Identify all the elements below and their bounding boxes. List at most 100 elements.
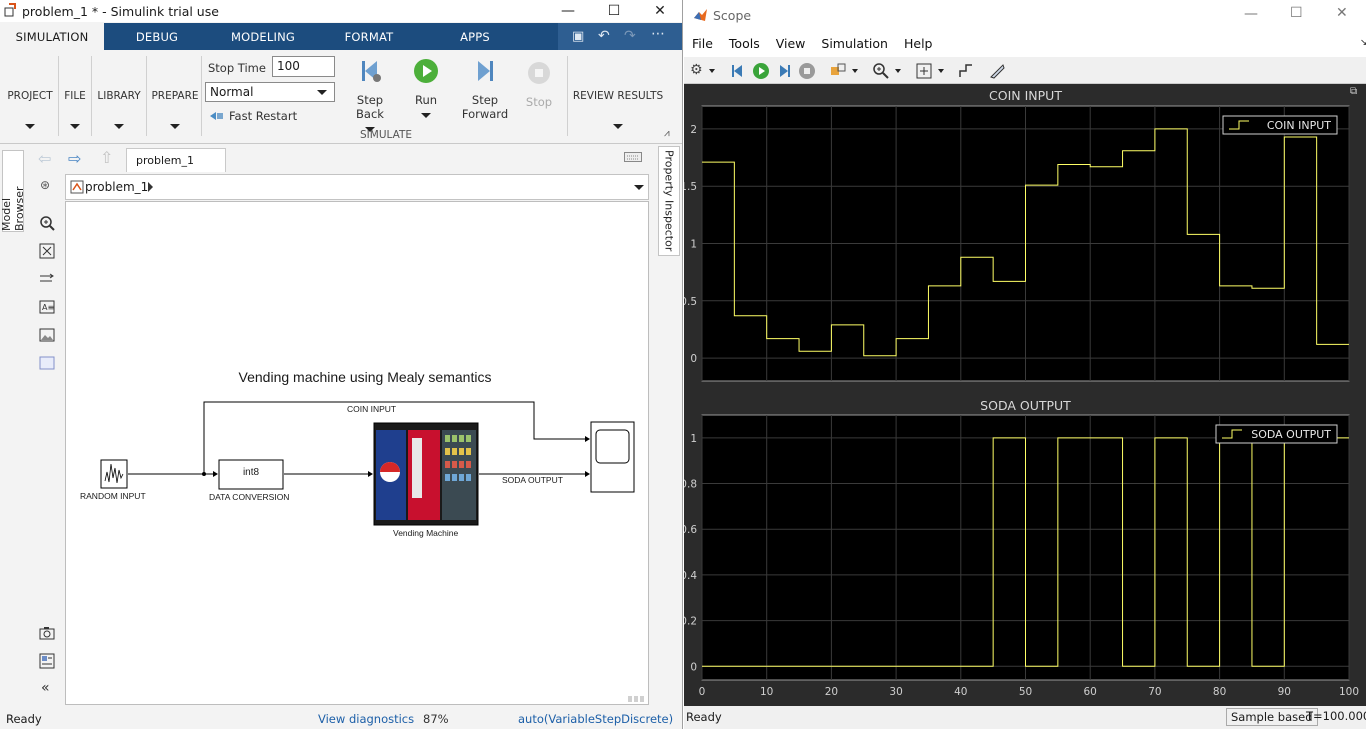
annotation-icon[interactable]: A≡: [39, 299, 55, 318]
vending-machine-block[interactable]: [373, 422, 479, 526]
fit-to-view-icon[interactable]: [39, 243, 55, 262]
camera-icon[interactable]: [39, 625, 55, 644]
stop-time-input[interactable]: 100: [272, 56, 335, 77]
zoom-in-icon[interactable]: [873, 63, 889, 82]
collapse-toolbar-icon[interactable]: «: [41, 680, 50, 696]
run-button[interactable]: Run: [406, 58, 446, 121]
step-back-icon[interactable]: [730, 63, 746, 82]
maximize-icon[interactable]: ☐: [1290, 5, 1303, 21]
step-forward-icon[interactable]: [776, 63, 792, 82]
chevron-right-icon[interactable]: [148, 182, 153, 192]
stop-icon[interactable]: [798, 62, 816, 83]
tab-format[interactable]: FORMAT: [316, 23, 422, 50]
diagram-heading[interactable]: Vending machine using Mealy semantics: [66, 369, 664, 385]
resize-grip-icon[interactable]: [628, 696, 644, 702]
simulink-titlebar: problem_1 * - Simulink trial use — ☐ ✕: [0, 0, 682, 22]
menu-help[interactable]: Help: [904, 36, 933, 51]
tab-simulation[interactable]: SIMULATION: [0, 23, 104, 50]
run-icon: [414, 59, 438, 83]
chevron-down-icon[interactable]: [938, 69, 944, 73]
file-label: FILE: [64, 90, 86, 102]
undo-icon[interactable]: ↶: [598, 28, 610, 44]
maximize-icon[interactable]: ☐: [591, 0, 637, 22]
up-arrow-icon[interactable]: ⇧: [100, 148, 113, 167]
close-icon[interactable]: ✕: [1336, 5, 1348, 21]
svg-text:A≡: A≡: [42, 303, 54, 312]
solver-link[interactable]: auto(VariableStepDiscrete): [518, 712, 673, 726]
hide-explorer-icon[interactable]: ⊛: [40, 178, 50, 192]
fast-restart-icon: [208, 110, 224, 122]
more-icon[interactable]: ⋯: [651, 26, 665, 42]
x-tick-label: 0: [699, 686, 706, 698]
address-model-name[interactable]: problem_1: [85, 180, 148, 194]
forward-arrow-icon[interactable]: ⇨: [68, 149, 81, 168]
collapse-ribbon-icon[interactable]: ⩘: [664, 128, 670, 139]
minimize-icon[interactable]: —: [1244, 6, 1258, 22]
view-diagnostics-link[interactable]: View diagnostics: [318, 712, 414, 726]
data-conversion-label[interactable]: DATA CONVERSION: [209, 492, 289, 502]
redo-icon[interactable]: ↷: [624, 28, 636, 44]
tab-problem-1[interactable]: problem_1: [126, 148, 226, 172]
arrange-icon[interactable]: [39, 271, 55, 290]
address-bar[interactable]: problem_1: [65, 174, 649, 200]
tab-apps[interactable]: APPS: [422, 23, 528, 50]
minimize-icon[interactable]: —: [545, 0, 591, 22]
scope-block[interactable]: [590, 421, 635, 493]
review-results-menu[interactable]: REVIEW RESULTS: [572, 90, 664, 132]
area-icon[interactable]: [39, 355, 55, 374]
simulation-mode-select[interactable]: Normal: [205, 82, 335, 102]
menu-simulation[interactable]: Simulation: [821, 36, 888, 51]
stop-button[interactable]: Stop: [520, 60, 558, 109]
conversion-type-label: int8: [242, 467, 260, 478]
model-canvas[interactable]: Vending machine using Mealy semantics CO…: [65, 201, 649, 705]
step-back-button[interactable]: Step Back: [350, 58, 390, 135]
property-inspector-tab[interactable]: Property Inspector: [658, 146, 680, 256]
autoscale-icon[interactable]: [916, 63, 932, 82]
file-menu[interactable]: FILE: [62, 90, 88, 132]
model-data-icon[interactable]: [39, 653, 55, 672]
library-menu[interactable]: LIBRARY: [96, 90, 142, 132]
vending-machine-label[interactable]: Vending Machine: [393, 528, 458, 538]
scope-plots[interactable]: 00.511.52COIN INPUT00.20.40.60.810102030…: [684, 85, 1366, 706]
menu-file[interactable]: File: [692, 36, 713, 51]
close-icon[interactable]: ✕: [637, 0, 682, 22]
settings-gear-icon[interactable]: ⚙: [690, 62, 703, 78]
back-arrow-icon[interactable]: ⇦: [38, 149, 51, 168]
tab-modeling[interactable]: MODELING: [210, 23, 316, 50]
chevron-down-icon[interactable]: [895, 69, 901, 73]
run-icon[interactable]: [752, 62, 770, 83]
save-icon[interactable]: ▣: [572, 29, 584, 44]
tab-debug[interactable]: DEBUG: [104, 23, 210, 50]
dock-icon[interactable]: ↘: [1360, 38, 1366, 48]
measurements-icon[interactable]: [989, 63, 1005, 82]
x-tick-label: 10: [760, 686, 773, 698]
model-browser-tab[interactable]: Model Browser: [0, 150, 26, 232]
chevron-down-icon[interactable]: [634, 185, 644, 190]
soda-signal-label[interactable]: SODA OUTPUT: [502, 475, 563, 485]
coin-signal-label[interactable]: COIN INPUT: [347, 404, 396, 414]
fast-restart-toggle[interactable]: Fast Restart: [229, 109, 297, 123]
random-input-block[interactable]: [100, 459, 128, 489]
image-icon[interactable]: [39, 327, 55, 346]
stop-time-label: Stop Time: [208, 61, 266, 75]
prepare-menu[interactable]: PREPARE: [151, 90, 199, 132]
project-menu[interactable]: PROJECT: [6, 90, 54, 132]
scope-titlebar: Scope — ☐ ✕: [684, 0, 1366, 30]
zoom-icon[interactable]: [39, 215, 55, 234]
scope-window: Scope — ☐ ✕ File Tools View Simulation H…: [684, 0, 1366, 729]
chevron-down-icon: [25, 124, 35, 129]
step-forward-button[interactable]: Step Forward: [460, 58, 510, 121]
random-input-label[interactable]: RANDOM INPUT: [80, 491, 146, 501]
trigger-icon[interactable]: [958, 63, 974, 82]
chevron-down-icon[interactable]: [852, 69, 858, 73]
keyboard-icon[interactable]: [624, 151, 642, 162]
menu-tools[interactable]: Tools: [729, 36, 760, 51]
ribbon: PROJECT FILE LIBRARY PREPARE Stop Time 1…: [0, 50, 682, 144]
chevron-down-icon[interactable]: [709, 69, 715, 73]
time-indicator: T=100.000: [1306, 709, 1366, 723]
highlight-block-icon[interactable]: [830, 63, 846, 82]
chevron-down-icon: [421, 113, 431, 118]
menu-view[interactable]: View: [776, 36, 806, 51]
simulink-window: problem_1 * - Simulink trial use — ☐ ✕ S…: [0, 0, 683, 729]
window-title: problem_1 * - Simulink trial use: [22, 3, 219, 19]
